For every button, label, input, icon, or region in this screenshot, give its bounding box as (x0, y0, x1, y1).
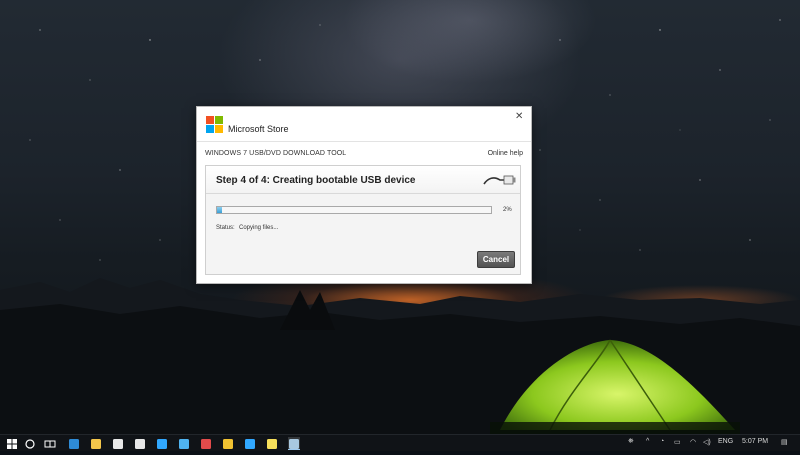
volume-icon[interactable]: ◁) (703, 438, 711, 446)
step-header: Step 4 of 4: Creating bootable USB devic… (206, 166, 520, 194)
status-value: Copying files... (239, 225, 279, 231)
microsoft-logo-icon (206, 116, 224, 134)
chrome-icon[interactable] (222, 437, 234, 449)
window-title: Microsoft Store (228, 124, 289, 134)
mail-icon[interactable] (134, 437, 146, 449)
file-explorer-icon[interactable] (90, 437, 102, 449)
network-icon[interactable]: ◔ (660, 438, 664, 445)
logo-square-green (215, 116, 223, 124)
progress-percent: 2% (503, 207, 512, 213)
cortana-icon[interactable] (24, 437, 36, 449)
tool-title: WINDOWS 7 USB/DVD DOWNLOAD TOOL (205, 150, 347, 157)
status-label: Status: (216, 225, 235, 231)
glowing-tent (490, 339, 740, 434)
language-indicator[interactable]: ENG (718, 438, 733, 445)
cancel-button[interactable]: Cancel (477, 251, 515, 268)
progress-fill (217, 207, 223, 213)
title-bar[interactable]: Microsoft Store ✕ (197, 107, 531, 141)
usb-tool-icon[interactable] (288, 437, 300, 450)
usb-cable-icon (483, 175, 516, 185)
step-panel: Step 4 of 4: Creating bootable USB devic… (205, 165, 521, 275)
action-center-icon[interactable]: ▤ (781, 438, 788, 446)
wifi-icon[interactable]: ◠ (690, 438, 696, 446)
online-help-link[interactable]: Online help (488, 150, 523, 157)
logo-square-blue (206, 125, 214, 133)
taskbar: ⛯ ^ ◔ ▭ ◠ ◁) ENG 5:07 PM ▤ (0, 434, 800, 451)
battery-icon[interactable]: ▭ (674, 438, 681, 446)
title-divider (197, 141, 531, 142)
edge-icon[interactable] (68, 437, 80, 449)
step-title: Step 4 of 4: Creating bootable USB devic… (216, 175, 416, 186)
photoshop-icon-2[interactable] (244, 437, 256, 449)
start-icon[interactable] (6, 437, 18, 449)
sticky-notes-icon[interactable] (266, 437, 278, 449)
store-icon[interactable] (112, 437, 124, 449)
app-icon-red[interactable] (200, 437, 212, 449)
logo-square-red (206, 116, 214, 124)
task-view-icon[interactable] (44, 437, 56, 449)
close-icon[interactable]: ✕ (515, 112, 523, 122)
app-icon[interactable] (178, 437, 190, 449)
people-icon[interactable]: ⛯ (628, 438, 634, 446)
progress-bar (216, 206, 492, 214)
clock[interactable]: 5:07 PM (742, 438, 768, 445)
chevron-up-icon[interactable]: ^ (646, 438, 649, 445)
photoshop-icon[interactable] (156, 437, 168, 449)
usb-download-tool-dialog: Microsoft Store ✕ WINDOWS 7 USB/DVD DOWN… (196, 106, 532, 284)
logo-square-yellow (215, 125, 223, 133)
